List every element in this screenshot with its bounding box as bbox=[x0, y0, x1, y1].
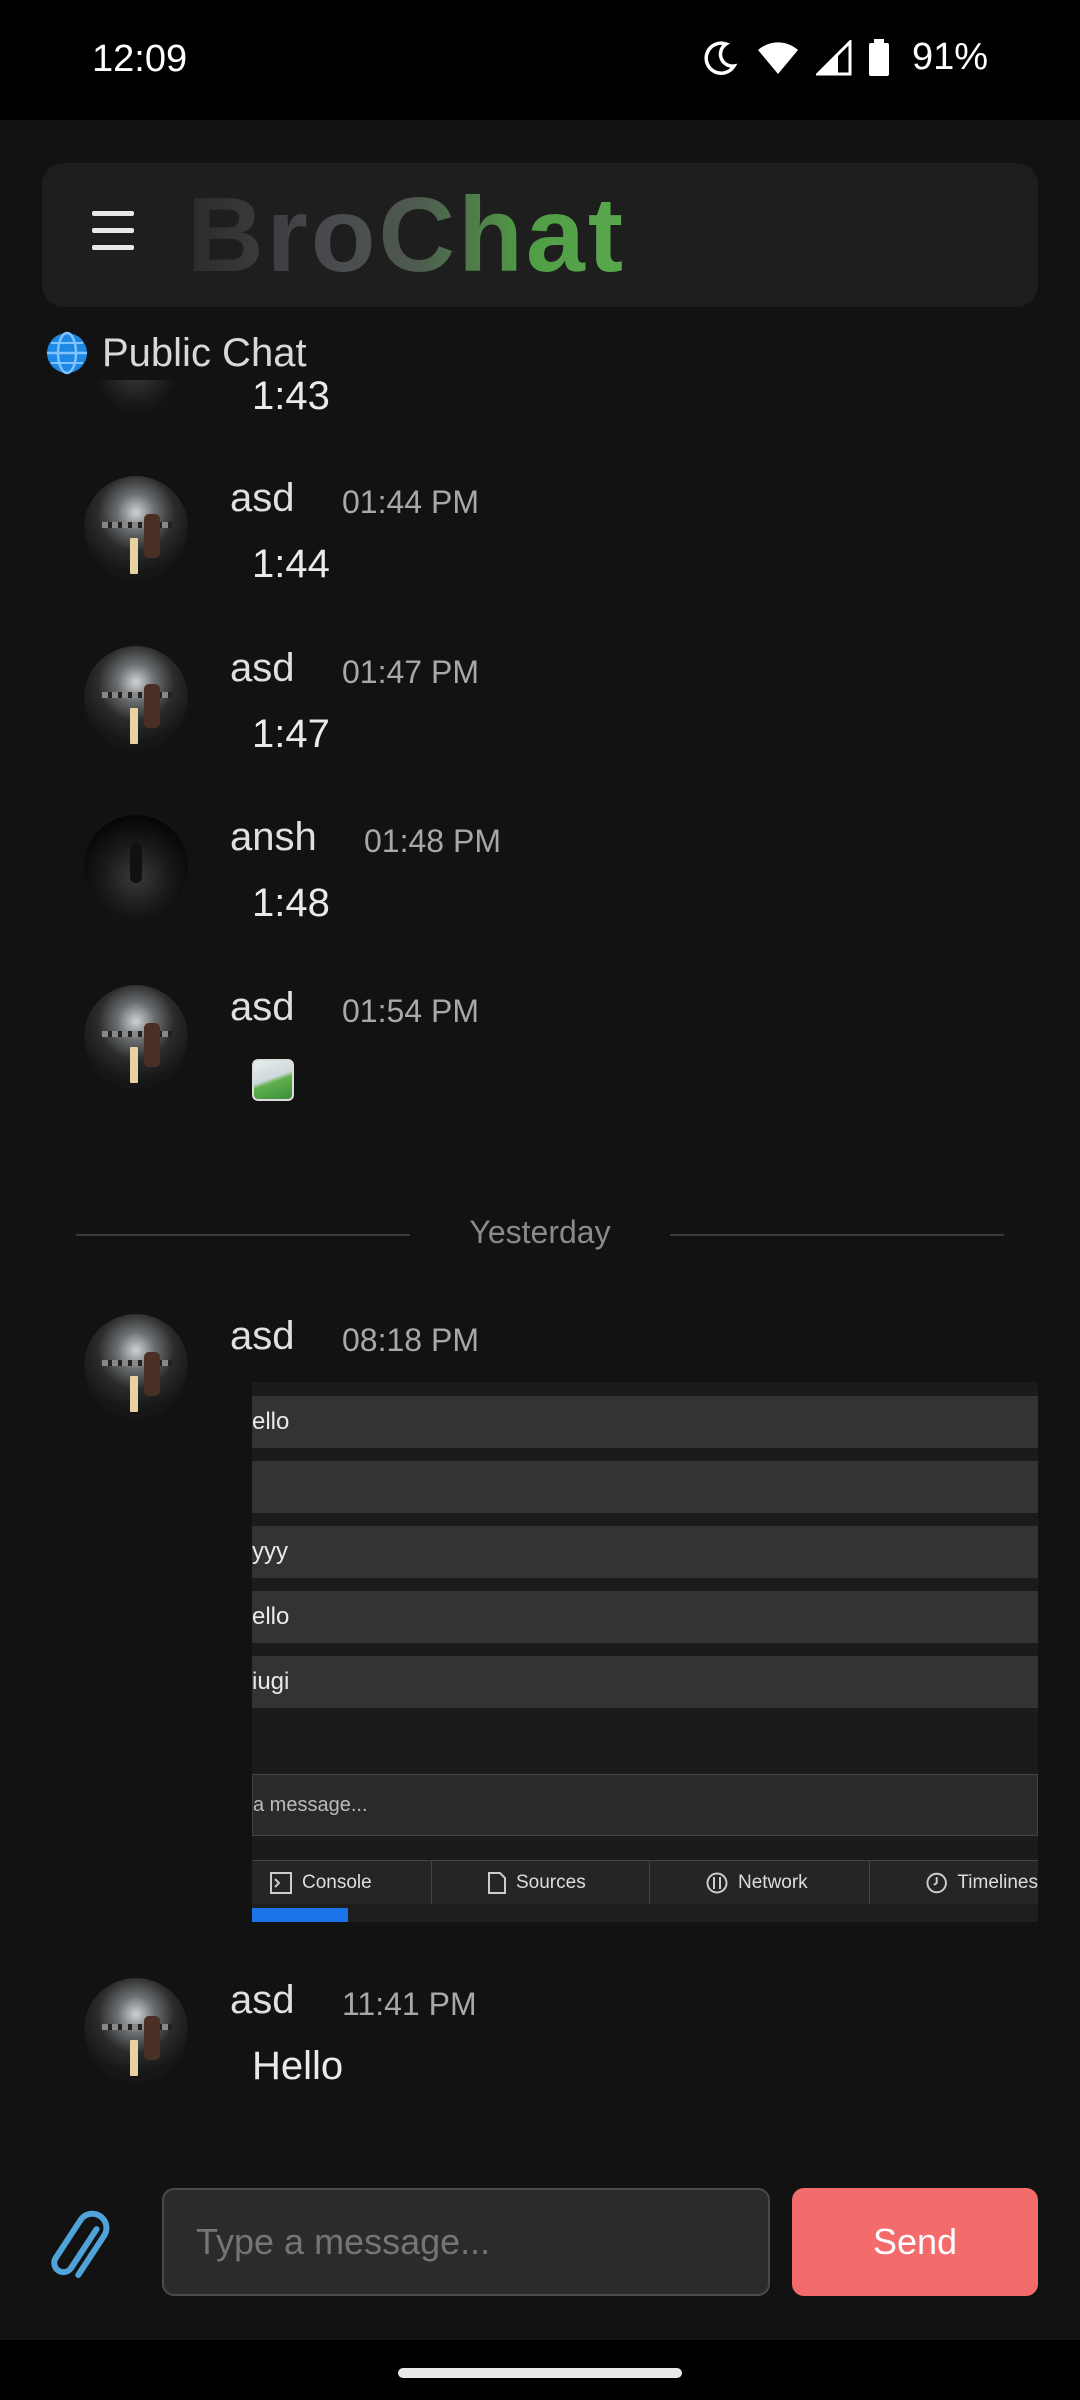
file-icon bbox=[488, 1872, 506, 1894]
send-button[interactable]: Send bbox=[792, 2188, 1038, 2296]
image-attachment-screenshot[interactable]: ello yyy ello iugi a message... Console … bbox=[252, 1382, 1038, 1922]
do-not-disturb-moon-icon bbox=[704, 41, 738, 75]
screenshot-input: a message... bbox=[252, 1774, 1038, 1836]
status-bar: 12:09 91% bbox=[0, 0, 1080, 120]
user-avatar[interactable] bbox=[84, 1314, 188, 1418]
network-icon bbox=[706, 1872, 728, 1894]
message-username[interactable]: asd bbox=[230, 476, 295, 521]
screenshot-tab: Sources bbox=[432, 1861, 650, 1905]
user-avatar[interactable] bbox=[84, 380, 188, 412]
screenshot-row: ello bbox=[252, 1396, 1038, 1448]
screenshot-row: yyy bbox=[252, 1526, 1038, 1578]
signal-icon bbox=[815, 39, 852, 75]
message-input[interactable] bbox=[162, 2188, 770, 2296]
user-avatar[interactable] bbox=[84, 646, 188, 750]
clock-icon bbox=[926, 1872, 947, 1894]
message-text: 1:43 bbox=[252, 380, 330, 418]
message-timestamp: 01:47 PM bbox=[342, 654, 479, 690]
screenshot-tab: Timelines bbox=[870, 1861, 1038, 1905]
message-timestamp: 11:41 PM bbox=[342, 1986, 477, 2022]
screenshot-devtools-tabs: Console Sources Network Timelines bbox=[252, 1860, 1038, 1905]
wifi-icon bbox=[757, 41, 798, 74]
message-text: 1:47 bbox=[252, 712, 330, 756]
battery-percent: 91% bbox=[911, 36, 988, 78]
date-divider: Yesterday bbox=[76, 1210, 1004, 1260]
message-timestamp: 01:54 PM bbox=[342, 993, 479, 1029]
paperclip-attach-icon[interactable] bbox=[42, 2210, 122, 2290]
screenshot-row: ello bbox=[252, 1591, 1038, 1643]
date-divider-label: Yesterday bbox=[469, 1214, 611, 1250]
brand-logo: BroChat bbox=[187, 176, 627, 294]
screenshot-row bbox=[252, 1461, 1038, 1513]
system-navigation-bar bbox=[0, 2340, 1080, 2400]
message-timestamp: 01:44 PM bbox=[342, 484, 479, 520]
message-username[interactable]: asd bbox=[230, 1978, 295, 2023]
status-time: 12:09 bbox=[92, 38, 188, 80]
screenshot-tab: Console bbox=[252, 1861, 432, 1905]
screenshot-tab: Network bbox=[650, 1861, 870, 1905]
section-title: Public Chat bbox=[102, 330, 307, 375]
message-username[interactable]: asd bbox=[230, 646, 295, 691]
home-gesture-handle[interactable] bbox=[398, 2368, 682, 2378]
user-avatar[interactable] bbox=[84, 1978, 188, 2082]
user-avatar[interactable] bbox=[84, 476, 188, 580]
screenshot-row: iugi bbox=[252, 1656, 1038, 1708]
battery-icon bbox=[868, 38, 889, 76]
message-username[interactable]: asd bbox=[230, 1314, 295, 1359]
message-timestamp: 08:18 PM bbox=[342, 1322, 479, 1358]
message-composer: Send bbox=[0, 2160, 1080, 2340]
message-timestamp: 01:48 PM bbox=[364, 823, 501, 859]
image-attachment-thumbnail[interactable] bbox=[252, 1059, 294, 1101]
chat-section-label: Public Chat bbox=[44, 330, 307, 376]
globe-icon bbox=[47, 331, 87, 375]
message-username[interactable]: asd bbox=[230, 985, 295, 1030]
status-icons: 91% bbox=[700, 36, 988, 79]
message-text: 1:48 bbox=[252, 881, 330, 925]
message-username[interactable]: ansh bbox=[230, 815, 317, 860]
hamburger-menu-icon[interactable] bbox=[92, 211, 134, 251]
user-avatar[interactable] bbox=[84, 815, 188, 919]
user-avatar[interactable] bbox=[84, 985, 188, 1089]
app-header: BroChat bbox=[42, 163, 1038, 307]
console-icon bbox=[270, 1872, 292, 1894]
message-text: Hello bbox=[252, 2044, 344, 2088]
message-text: 1:44 bbox=[252, 542, 330, 586]
